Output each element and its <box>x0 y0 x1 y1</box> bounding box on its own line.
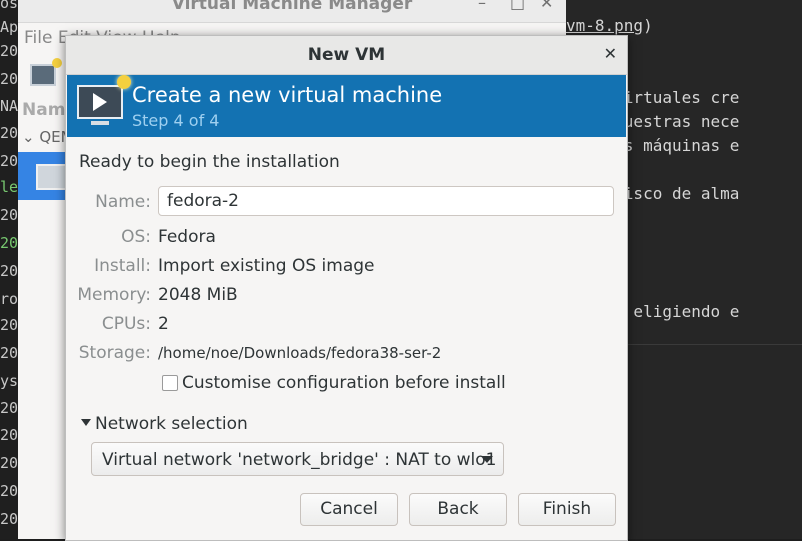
sparkle-icon <box>117 75 131 89</box>
customise-label[interactable]: Customise configuration before install <box>182 373 506 393</box>
storage-value: /home/noe/Downloads/fedora38-ser-2 <box>158 344 442 362</box>
network-selection-expander[interactable]: Network selection <box>81 414 248 434</box>
customise-checkbox[interactable] <box>162 375 178 391</box>
finish-button[interactable]: Finish <box>518 493 616 526</box>
editor-gutter-fragment: 20 <box>0 399 19 417</box>
maximize-icon[interactable]: □ <box>510 0 525 12</box>
new-vm-dialog: New VM ✕ Create a new virtual machine St… <box>65 35 628 541</box>
editor-gutter-fragment: 20 <box>0 510 19 528</box>
dialog-titlebar: New VM ✕ <box>66 36 627 75</box>
editor-gutter-fragment: 20 <box>0 206 19 224</box>
close-icon[interactable]: ✕ <box>540 0 553 12</box>
editor-gutter-fragment: 20 <box>0 316 19 334</box>
vm-list-selected-row[interactable] <box>18 152 70 200</box>
monitor-icon <box>36 164 68 190</box>
memory-label: Memory: <box>77 285 151 305</box>
editor-gutter-fragment: 20 <box>0 124 19 142</box>
storage-label: Storage: <box>78 343 151 363</box>
editor-gutter-fragment: 20 <box>0 152 19 170</box>
install-value: Import existing OS image <box>158 256 375 276</box>
vmm-titlebar: Virtual Machine Manager – □ ✕ <box>18 0 566 23</box>
editor-gutter-fragment: 20 <box>0 42 19 60</box>
back-button[interactable]: Back <box>409 493 507 526</box>
vm-name-input[interactable] <box>158 186 614 216</box>
minimize-icon[interactable]: – <box>478 0 486 12</box>
dialog-title: New VM <box>307 45 386 65</box>
editor-gutter-fragment: ys <box>0 372 19 390</box>
name-label: Name: <box>95 192 151 212</box>
network-source-value: Virtual network 'network_bridge' : NAT t… <box>102 450 497 470</box>
ready-heading: Ready to begin the installation <box>79 152 340 172</box>
play-icon <box>93 93 107 111</box>
monitor-stand-icon <box>91 121 109 125</box>
editor-line: vm-8.png) <box>566 16 653 35</box>
network-source-dropdown[interactable]: Virtual network 'network_bridge' : NAT t… <box>91 442 504 476</box>
editor-gutter-fragment: NA <box>0 97 19 115</box>
editor-gutter-fragment: 20 <box>0 454 19 472</box>
new-vm-icon[interactable] <box>30 58 62 86</box>
editor-gutter-fragment: 20 <box>0 70 19 88</box>
expander-down-icon <box>81 418 91 426</box>
editor-gutter-fragment: os <box>0 0 19 12</box>
banner-title: Create a new virtual machine <box>132 83 443 107</box>
chevron-down-icon <box>481 456 493 463</box>
cancel-button[interactable]: Cancel <box>300 493 398 526</box>
editor-gutter-fragment: 20 <box>0 482 19 500</box>
banner-step: Step 4 of 4 <box>132 111 220 130</box>
os-label: OS: <box>121 227 151 247</box>
expander-arrow-icon: ⌄ <box>22 128 40 146</box>
vm-create-icon <box>77 75 131 125</box>
editor-link-text: vm-8.png <box>566 16 644 35</box>
cpus-value: 2 <box>158 314 169 334</box>
editor-gutter-fragment: 20 <box>0 344 19 362</box>
editor-gutter-fragment: 20 <box>0 262 19 280</box>
editor-gutter-fragment: ro <box>0 290 19 308</box>
editor-text: ) <box>643 16 653 35</box>
network-selection-label: Network selection <box>95 414 248 434</box>
install-label: Install: <box>94 256 151 276</box>
editor-gutter-fragment: 20 <box>0 426 19 444</box>
os-value: Fedora <box>158 227 216 247</box>
cpus-label: CPUs: <box>101 314 151 334</box>
wizard-banner: Create a new virtual machine Step 4 of 4 <box>67 75 626 137</box>
memory-value: 2048 MiB <box>158 285 238 305</box>
editor-gutter-fragment: 20 <box>0 234 19 252</box>
dialog-close-icon[interactable]: ✕ <box>604 44 617 63</box>
